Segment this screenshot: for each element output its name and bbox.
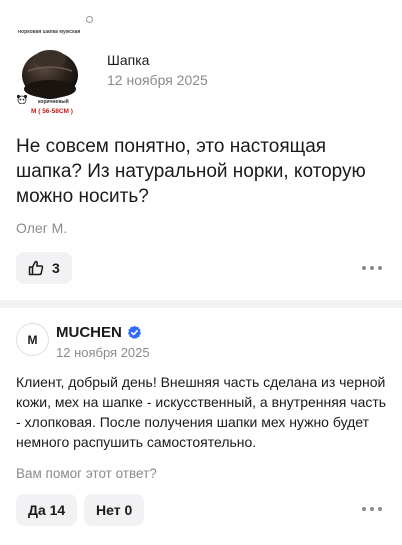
verified-check-icon	[127, 325, 141, 339]
like-count: 3	[52, 260, 60, 276]
seller-name: MUCHEN	[56, 324, 122, 341]
question-more-button[interactable]	[362, 261, 384, 275]
seller-avatar[interactable]: M	[16, 323, 49, 356]
answer-date: 12 ноября 2025	[56, 345, 150, 360]
thumbnail-size-label: M ( 56-58CM )	[31, 108, 73, 115]
more-dots-icon	[362, 502, 384, 516]
answer-more-button[interactable]	[362, 502, 384, 516]
thumbnail-flag-icon	[86, 16, 93, 23]
more-dots-icon	[362, 261, 384, 275]
vote-no-button[interactable]: Нет 0	[84, 494, 145, 526]
product-thumbnail[interactable]: норковая шапка мужская коричневый M ( 56…	[16, 14, 100, 124]
question-author: Олег М.	[16, 220, 68, 236]
product-card[interactable]: норковая шапка мужская коричневый M ( 56…	[16, 14, 386, 124]
question-text: Не совсем понятно, это настоящая шапка? …	[16, 136, 366, 207]
panda-logo-icon	[16, 94, 28, 104]
section-divider	[0, 300, 402, 308]
product-name[interactable]: Шапка	[107, 52, 149, 68]
thumbnail-color-label: коричневый	[38, 99, 69, 105]
helpful-prompt: Вам помог этот ответ?	[16, 466, 157, 481]
answer-text: Клиент, добрый день! Внешняя часть сдела…	[16, 374, 387, 450]
vote-yes-button[interactable]: Да 14	[16, 494, 78, 526]
seller-name-row[interactable]: MUCHEN	[56, 324, 142, 341]
product-date: 12 ноября 2025	[107, 72, 208, 88]
thumbnail-caption: норковая шапка мужская	[18, 29, 81, 35]
fur-hat-image	[22, 50, 78, 99]
thumbs-up-icon	[28, 260, 44, 276]
like-button[interactable]: 3	[16, 252, 72, 284]
